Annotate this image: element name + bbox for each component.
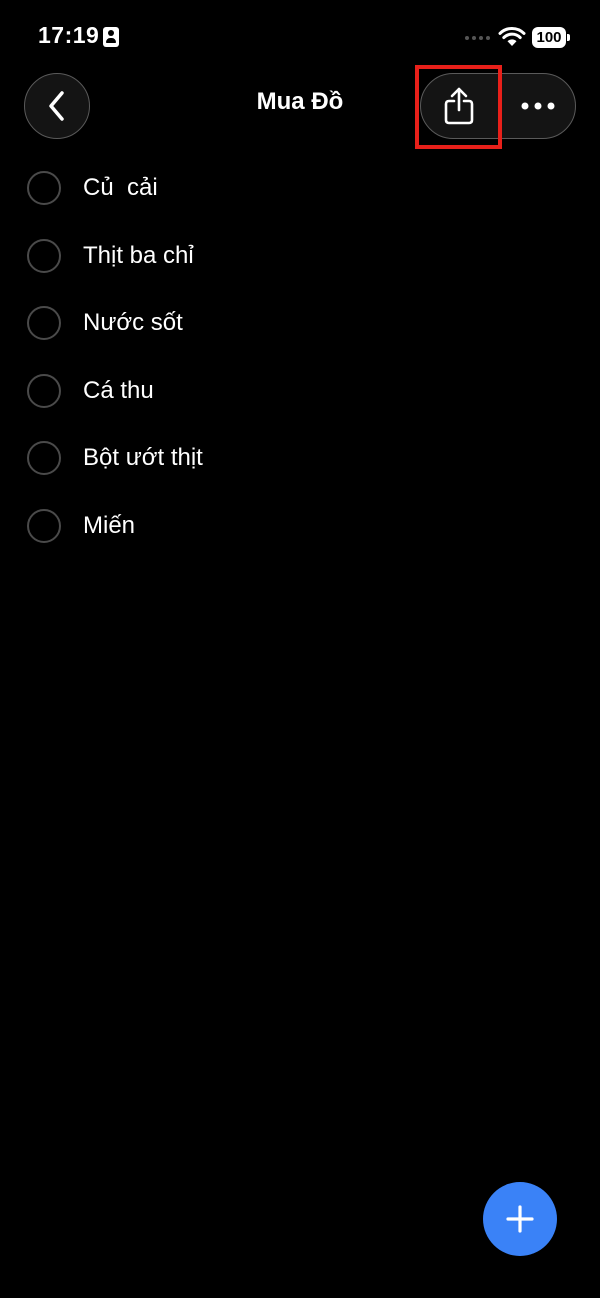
- list-item: Bột ướt thịt: [0, 424, 600, 492]
- contact-card-icon: [103, 27, 119, 47]
- item-checkbox[interactable]: [27, 508, 61, 543]
- cellular-signal-icon: [465, 36, 490, 40]
- list-item: Nước sốt: [0, 289, 600, 357]
- wifi-icon: [498, 26, 526, 46]
- item-label[interactable]: Cá thu: [83, 377, 154, 405]
- list-item: Củ cải: [0, 154, 600, 222]
- list-item: Thịt ba chỉ: [0, 222, 600, 290]
- item-checkbox[interactable]: [27, 441, 61, 475]
- shopping-list: Củ cải Thịt ba chỉ Nước sốt Cá thu Bột ư…: [0, 154, 600, 559]
- more-options-button[interactable]: [501, 74, 574, 137]
- share-button[interactable]: [421, 74, 497, 137]
- item-label[interactable]: Nước sốt: [83, 309, 183, 337]
- ellipsis-icon: [521, 102, 554, 109]
- back-button[interactable]: [24, 73, 90, 139]
- list-item: Cá thu: [0, 357, 600, 425]
- status-bar: 17:19 100: [0, 0, 600, 76]
- item-checkbox[interactable]: [27, 306, 61, 340]
- item-label[interactable]: Bột ướt thịt: [83, 444, 203, 472]
- item-checkbox[interactable]: [27, 238, 61, 273]
- add-item-button[interactable]: [483, 1182, 557, 1256]
- status-time: 17:19: [38, 22, 100, 48]
- item-checkbox[interactable]: [27, 171, 61, 205]
- action-group: [420, 73, 576, 139]
- item-label[interactable]: Củ cải: [83, 174, 158, 202]
- page-title: Mua Đồ: [256, 88, 344, 115]
- item-label[interactable]: Thịt ba chỉ: [83, 242, 194, 270]
- share-icon: [444, 87, 474, 124]
- list-item: Miến: [0, 492, 600, 560]
- item-label[interactable]: Miến: [83, 512, 135, 540]
- battery-indicator: 100: [532, 27, 566, 48]
- item-checkbox[interactable]: [27, 373, 61, 408]
- chevron-left-icon: [49, 91, 64, 121]
- battery-tip: [567, 34, 570, 41]
- plus-icon: [506, 1205, 534, 1233]
